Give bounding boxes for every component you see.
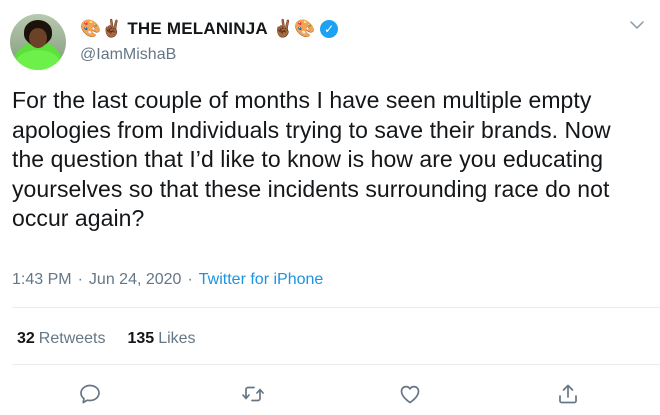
name-emoji-left: 🎨✌🏾 <box>80 19 123 38</box>
like-button[interactable] <box>398 382 422 406</box>
meta-separator: · <box>187 271 193 288</box>
retweet-icon <box>242 386 264 402</box>
tweet-time[interactable]: 1:43 PM <box>12 271 72 289</box>
chevron-down-icon[interactable] <box>628 16 646 34</box>
name-emoji-right: ✌🏾🎨 <box>272 19 316 38</box>
user-handle[interactable]: @IamMishaB <box>80 46 176 64</box>
retweets-label: Retweets <box>38 330 106 347</box>
tweet-action-bar <box>0 382 660 406</box>
divider <box>12 364 660 365</box>
verified-badge-icon: ✓ <box>320 20 339 38</box>
avatar-body <box>16 50 60 70</box>
tweet-card: 🎨✌🏾 THE MELANINJA ✌🏾🎨 ✓ @IamMishaB For t… <box>0 0 660 415</box>
author-name-row[interactable]: 🎨✌🏾 THE MELANINJA ✌🏾🎨 ✓ <box>80 18 339 40</box>
retweets-stat[interactable]: 32 Retweets <box>17 330 106 348</box>
likes-label: Likes <box>158 330 196 347</box>
tweet-metadata: 1:43 PM · Jun 24, 2020 · Twitter for iPh… <box>12 271 323 289</box>
share-icon <box>559 384 577 404</box>
reply-icon <box>80 384 100 404</box>
retweet-button[interactable] <box>241 382 265 406</box>
tweet-source-link[interactable]: Twitter for iPhone <box>199 271 324 289</box>
tweet-text: For the last couple of months I have see… <box>12 87 611 231</box>
share-button[interactable] <box>556 382 580 406</box>
divider <box>12 307 660 308</box>
like-icon <box>400 385 420 404</box>
display-name[interactable]: THE MELANINJA <box>127 19 268 39</box>
avatar-face <box>29 28 47 48</box>
likes-count: 135 <box>127 330 155 347</box>
meta-separator: · <box>77 271 83 288</box>
engagement-stats: 32 Retweets 135 Likes <box>17 330 196 348</box>
retweets-count: 32 <box>17 330 35 347</box>
likes-stat[interactable]: 135 Likes <box>128 330 196 348</box>
tweet-date[interactable]: Jun 24, 2020 <box>89 271 182 289</box>
avatar[interactable] <box>10 14 66 70</box>
reply-button[interactable] <box>78 382 102 406</box>
